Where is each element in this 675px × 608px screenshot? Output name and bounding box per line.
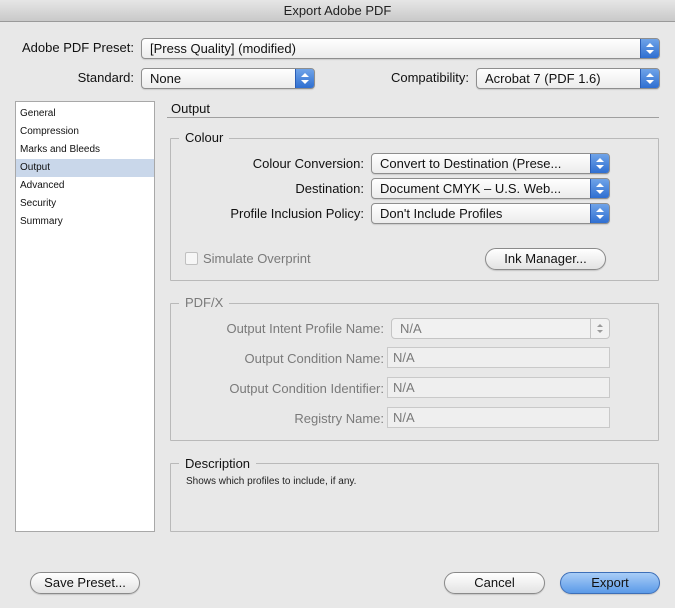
sidebar-item-summary[interactable]: Summary [16, 213, 154, 231]
preset-label: Adobe PDF Preset: [22, 40, 134, 55]
ink-manager-button[interactable]: Ink Manager... [485, 248, 606, 270]
sidebar-item-marks-and-bleeds[interactable]: Marks and Bleeds [16, 141, 154, 159]
export-button[interactable]: Export [560, 572, 660, 594]
chevron-updown-icon [640, 39, 659, 58]
compatibility-label: Compatibility: [390, 70, 469, 85]
chevron-updown-icon [590, 204, 609, 223]
output-intent-select[interactable]: N/A [391, 318, 610, 339]
description-group [170, 463, 659, 532]
compatibility-select[interactable]: Acrobat 7 (PDF 1.6) [476, 68, 660, 89]
colour-conversion-value: Convert to Destination (Prese... [380, 156, 562, 171]
sidebar-item-compression[interactable]: Compression [16, 123, 154, 141]
save-preset-button[interactable]: Save Preset... [30, 572, 140, 594]
output-condition-field[interactable]: N/A [387, 347, 610, 368]
output-condition-label: Output Condition Name: [244, 351, 384, 366]
chevron-updown-icon [590, 319, 609, 338]
output-identifier-field[interactable]: N/A [387, 377, 610, 398]
compatibility-value: Acrobat 7 (PDF 1.6) [485, 71, 601, 86]
chevron-updown-icon [295, 69, 314, 88]
registry-name-label: Registry Name: [294, 411, 384, 426]
description-text: Shows which profiles to include, if any. [186, 476, 357, 487]
chevron-updown-icon [590, 154, 609, 173]
destination-select[interactable]: Document CMYK – U.S. Web... [371, 178, 610, 199]
output-identifier-label: Output Condition Identifier: [229, 381, 384, 396]
preset-value: [Press Quality] (modified) [150, 41, 296, 56]
standard-label: Standard: [77, 70, 134, 85]
cancel-button[interactable]: Cancel [444, 572, 545, 594]
sidebar-item-output[interactable]: Output [16, 159, 154, 177]
colour-group-title: Colour [179, 130, 230, 145]
panel-title: Output [171, 101, 211, 116]
destination-value: Document CMYK – U.S. Web... [380, 181, 562, 196]
simulate-overprint-label: Simulate Overprint [203, 251, 311, 266]
panel-divider [167, 117, 659, 118]
sidebar-item-general[interactable]: General [16, 105, 154, 123]
pdfx-group-title: PDF/X [179, 295, 230, 310]
registry-name-field[interactable]: N/A [387, 407, 610, 428]
profile-policy-label: Profile Inclusion Policy: [230, 206, 364, 221]
sidebar-item-security[interactable]: Security [16, 195, 154, 213]
profile-policy-select[interactable]: Don't Include Profiles [371, 203, 610, 224]
preset-select[interactable]: [Press Quality] (modified) [141, 38, 660, 59]
colour-conversion-select[interactable]: Convert to Destination (Prese... [371, 153, 610, 174]
sidebar-list: General Compression Marks and Bleeds Out… [15, 101, 155, 532]
chevron-updown-icon [590, 179, 609, 198]
simulate-overprint-checkbox[interactable] [185, 252, 198, 265]
sidebar-item-advanced[interactable]: Advanced [16, 177, 154, 195]
profile-policy-value: Don't Include Profiles [380, 206, 503, 221]
chevron-updown-icon [640, 69, 659, 88]
description-group-title: Description [179, 456, 257, 471]
output-intent-value: N/A [400, 321, 422, 336]
window-title: Export Adobe PDF [0, 0, 675, 22]
standard-value: None [150, 71, 182, 86]
destination-label: Destination: [295, 181, 364, 196]
standard-select[interactable]: None [141, 68, 315, 89]
colour-conversion-label: Colour Conversion: [252, 156, 364, 171]
output-intent-label: Output Intent Profile Name: [226, 321, 384, 336]
